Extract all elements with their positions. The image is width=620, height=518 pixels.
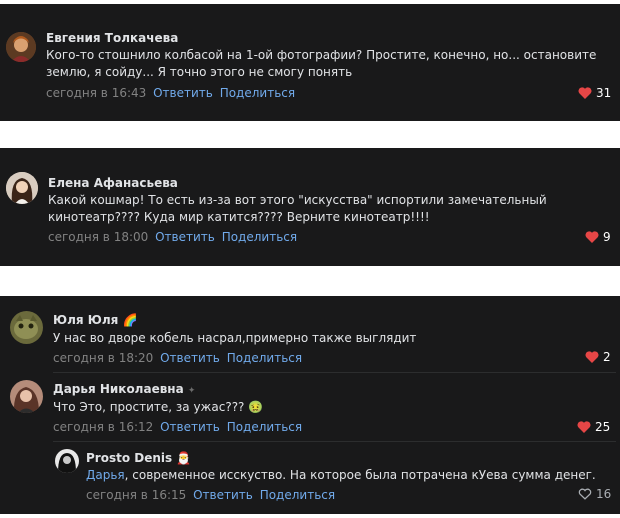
avatar[interactable] [10, 311, 43, 344]
reply-button[interactable]: Ответить [160, 420, 220, 434]
heart-icon [585, 231, 599, 243]
comment-author-name[interactable]: Юля Юля [53, 313, 118, 327]
avatar[interactable] [6, 32, 36, 62]
comment-author-name[interactable]: Prosto Denis [86, 451, 172, 465]
avatar[interactable] [55, 449, 79, 473]
comment-text: У нас во дворе кобель насрал,примерно та… [53, 331, 417, 345]
like-count: 25 [595, 420, 611, 434]
comment-meta: сегодня в 18:20 Ответить Поделиться [53, 351, 302, 365]
share-button[interactable]: Поделиться [227, 351, 302, 365]
reply-button[interactable]: Ответить [155, 230, 215, 244]
comment-text: Дарья, современное исскуство. На которое… [86, 467, 596, 484]
like-button[interactable]: 16 [578, 487, 611, 501]
comment-time[interactable]: сегодня в 18:00 [48, 230, 148, 244]
reply-button[interactable]: Ответить [193, 488, 253, 502]
comment-text: Что Это, простите, за ужас??? 🤢 [53, 399, 263, 416]
divider [53, 441, 616, 442]
avatar-image [10, 311, 43, 344]
comment-text-body: Что Это, простите, за ужас??? [53, 400, 245, 414]
heart-icon [585, 351, 599, 363]
comment-meta: сегодня в 16:12 Ответить Поделиться [53, 420, 302, 434]
share-button[interactable]: Поделиться [260, 488, 335, 502]
comment-text-line-1: Какой кошмар! То есть из-за вот этого "и… [48, 193, 547, 207]
avatar[interactable] [10, 380, 43, 413]
comment-meta: сегодня в 16:15 Ответить Поделиться [86, 488, 335, 502]
comment-text-line-2: землю, я сойду... Я точно этого не смогу… [46, 65, 353, 79]
share-button[interactable]: Поделиться [220, 86, 295, 100]
like-count: 2 [603, 350, 611, 364]
comment-time[interactable]: сегодня в 16:15 [86, 488, 186, 502]
comment-panel: Евгения Толкачева Кого-то стошнило колба… [0, 4, 620, 121]
santa-icon: 🎅 [176, 451, 192, 465]
like-button[interactable]: 25 [577, 420, 610, 434]
like-button[interactable]: 9 [585, 230, 611, 244]
nauseated-face-icon: 🤢 [248, 400, 264, 414]
comment-panel: Елена Афанасьева Какой кошмар! То есть и… [0, 148, 620, 266]
mention-link[interactable]: Дарья [86, 468, 125, 482]
like-count: 16 [596, 487, 612, 501]
heart-icon [577, 421, 591, 433]
like-count: 9 [603, 230, 611, 244]
comment-author-name[interactable]: Дарья Николаевна [53, 382, 184, 396]
comment-meta: сегодня в 18:00 Ответить Поделиться [48, 230, 297, 244]
comment-panel: Юля Юля 🌈 У нас во дворе кобель насрал,п… [0, 296, 620, 514]
share-button[interactable]: Поделиться [222, 230, 297, 244]
share-button[interactable]: Поделиться [227, 420, 302, 434]
rainbow-icon: 🌈 [122, 313, 138, 327]
comment-author[interactable]: Евгения Толкачева [46, 31, 178, 45]
avatar[interactable] [6, 172, 38, 204]
comment-time[interactable]: сегодня в 18:20 [53, 351, 153, 365]
comment-time[interactable]: сегодня в 16:43 [46, 86, 146, 100]
comment-author[interactable]: Дарья Николаевна ✦ [53, 382, 195, 396]
avatar-image [10, 380, 43, 413]
comment-text-line-2: кинотеатр???? Куда мир катится???? Верни… [48, 210, 430, 224]
heart-icon [578, 87, 592, 99]
divider [53, 372, 616, 373]
comment-author[interactable]: Елена Афанасьева [48, 176, 178, 190]
comment-text-line-1: Кого-то стошнило колбасой на 1-ой фотогр… [46, 48, 597, 62]
heart-outline-icon [578, 488, 592, 500]
comment-author[interactable]: Юля Юля 🌈 [53, 313, 137, 327]
comment-text-body: , современное исскуство. На которое была… [124, 468, 596, 482]
avatar-image [6, 172, 38, 204]
avatar-image [55, 449, 79, 473]
reply-button[interactable]: Ответить [153, 86, 213, 100]
comment-author[interactable]: Prosto Denis 🎅 [86, 451, 191, 465]
avatar-image [6, 32, 36, 62]
comment-meta: сегодня в 16:43 Ответить Поделиться [46, 86, 295, 100]
like-button[interactable]: 2 [585, 350, 611, 364]
like-button[interactable]: 31 [578, 86, 611, 100]
like-count: 31 [596, 86, 612, 100]
comment-time[interactable]: сегодня в 16:12 [53, 420, 153, 434]
sparkle-icon: ✦ [187, 386, 196, 396]
reply-button[interactable]: Ответить [160, 351, 220, 365]
